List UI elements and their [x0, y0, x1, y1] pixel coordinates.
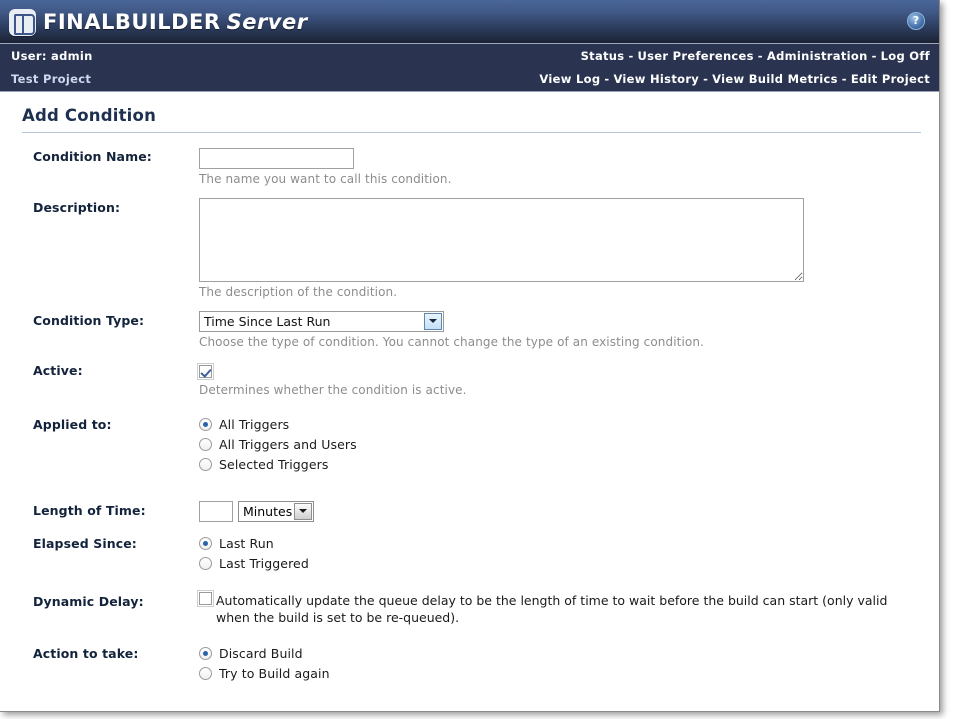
field-row-active: Active: Determines whether the condition… [0, 361, 939, 397]
finalbuilder-logo-icon [9, 8, 36, 36]
action-to-take-option-label: Discard Build [219, 646, 303, 661]
radio-indicator[interactable] [199, 438, 212, 451]
action-to-take-option-discard-build[interactable]: Discard Build [199, 644, 921, 664]
applied-to-option-label: All Triggers and Users [219, 437, 357, 452]
elapsed-since-option-last-run[interactable]: Last Run [199, 534, 921, 554]
project-name-label: Test Project [11, 72, 92, 86]
condition-name-hint: The name you want to call this condition… [199, 171, 452, 186]
description-label: Description: [33, 199, 121, 215]
dynamic-delay-label: Dynamic Delay: [33, 593, 144, 609]
field-row-applied-to: Applied to: All Triggers All Triggers an… [0, 415, 939, 475]
radio-indicator[interactable] [199, 458, 212, 471]
action-to-take-option-try-build-again[interactable]: Try to Build again [199, 664, 921, 684]
field-row-condition-type: Condition Type: Time Since Last Run Choo… [0, 310, 939, 349]
field-row-description: Description: The description of the cond… [0, 197, 939, 299]
field-row-condition-name: Condition Name: The name you want to cal… [0, 147, 939, 186]
condition-type-select[interactable]: Time Since Last Run [199, 310, 444, 332]
radio-indicator[interactable] [199, 418, 212, 431]
description-hint: The description of the condition. [199, 284, 398, 299]
action-to-take-option-label: Try to Build again [219, 666, 330, 681]
applied-to-label: Applied to: [33, 416, 112, 432]
nav-link-administration[interactable]: Administration [767, 49, 868, 63]
length-of-time-unit-select[interactable]: Minutes [238, 500, 314, 522]
primary-nav-links: Status - User Preferences - Administration - L… [581, 49, 930, 63]
secondary-nav-links: View Log - View History - View Build Metrics… [539, 72, 930, 86]
brand-title: FINALBUILDER Server [43, 10, 308, 34]
nav-link-view-log[interactable]: View Log [539, 72, 600, 86]
help-icon[interactable]: ? [907, 12, 925, 30]
field-row-length-of-time: Length of Time: Minutes [0, 500, 939, 522]
page-shell: FINALBUILDER Server ? User: admin Status -… [0, 0, 940, 712]
field-row-action-to-take: Action to take: Discard Build Try to Bui… [0, 644, 939, 684]
condition-name-input[interactable] [199, 147, 354, 169]
nav-row-primary: User: admin Status - User Preferences - Admi… [0, 44, 939, 67]
elapsed-since-option-last-triggered[interactable]: Last Triggered [199, 554, 921, 574]
action-to-take-radio-group: Discard Build Try to Build again [199, 644, 921, 684]
description-textarea[interactable] [199, 197, 804, 282]
condition-type-selected-value: Time Since Last Run [204, 313, 331, 329]
nav-separator: - [757, 48, 763, 63]
brand-name-sub: Server [226, 10, 308, 34]
elapsed-since-label: Elapsed Since: [33, 535, 137, 551]
radio-indicator[interactable] [199, 647, 212, 660]
nav-separator: - [871, 48, 877, 63]
nav-link-view-history[interactable]: View History [613, 72, 699, 86]
active-hint: Determines whether the condition is acti… [199, 382, 467, 397]
navigation-strip: User: admin Status - User Preferences - Admi… [0, 44, 939, 92]
nav-link-edit-project[interactable]: Edit Project [851, 72, 930, 86]
condition-type-label: Condition Type: [33, 312, 145, 328]
add-condition-form: Condition Name: The name you want to cal… [0, 133, 939, 684]
dynamic-delay-description: Automatically update the queue delay to … [216, 592, 888, 625]
current-user-label: User: admin [11, 48, 93, 63]
nav-separator: - [841, 72, 847, 86]
applied-to-option-label: All Triggers [219, 417, 290, 432]
app-root: FINALBUILDER Server ? User: admin Status -… [0, 0, 957, 719]
field-row-dynamic-delay: Dynamic Delay: Automatically update the … [0, 589, 939, 626]
applied-to-option-all-triggers-and-users[interactable]: All Triggers and Users [199, 435, 921, 455]
radio-indicator[interactable] [199, 667, 212, 680]
applied-to-radio-group: All Triggers All Triggers and Users Sele… [199, 415, 921, 475]
nav-separator: - [628, 48, 634, 63]
chevron-down-icon[interactable] [424, 312, 442, 330]
condition-type-hint: Choose the type of condition. You cannot… [199, 334, 704, 349]
condition-name-label: Condition Name: [33, 149, 152, 164]
radio-indicator[interactable] [199, 537, 212, 550]
nav-row-secondary: Test Project View Log - View History - View … [0, 67, 939, 91]
elapsed-since-radio-group: Last Run Last Triggered [199, 534, 921, 574]
applied-to-option-label: Selected Triggers [219, 457, 329, 472]
nav-link-user-preferences[interactable]: User Preferences [638, 49, 754, 63]
elapsed-since-option-label: Last Run [219, 536, 274, 551]
length-of-time-input[interactable] [199, 500, 233, 522]
nav-separator: - [604, 72, 610, 86]
nav-link-log-off[interactable]: Log Off [881, 49, 930, 63]
active-label: Active: [33, 362, 83, 378]
page-content: Add Condition Condition Name: The name y… [0, 92, 939, 711]
app-banner: FINALBUILDER Server ? [0, 0, 939, 44]
nav-link-status[interactable]: Status [581, 49, 625, 63]
nav-link-view-build-metrics[interactable]: View Build Metrics [712, 72, 838, 86]
brand-name-main: FINALBUILDER [43, 10, 221, 34]
active-checkbox[interactable] [197, 362, 214, 380]
page-title: Add Condition [22, 106, 157, 125]
field-row-elapsed-since: Elapsed Since: Last Run Last Triggered [0, 534, 939, 574]
applied-to-option-all-triggers[interactable]: All Triggers [199, 415, 921, 435]
length-of-time-label: Length of Time: [33, 502, 146, 518]
chevron-down-icon[interactable] [294, 502, 312, 520]
length-of-time-unit-value: Minutes [243, 503, 293, 519]
elapsed-since-option-label: Last Triggered [219, 556, 309, 571]
applied-to-option-selected-triggers[interactable]: Selected Triggers [199, 455, 921, 475]
action-to-take-label: Action to take: [33, 645, 139, 661]
dynamic-delay-checkbox[interactable] [197, 589, 214, 607]
radio-indicator[interactable] [199, 557, 212, 570]
nav-separator: - [703, 72, 709, 86]
